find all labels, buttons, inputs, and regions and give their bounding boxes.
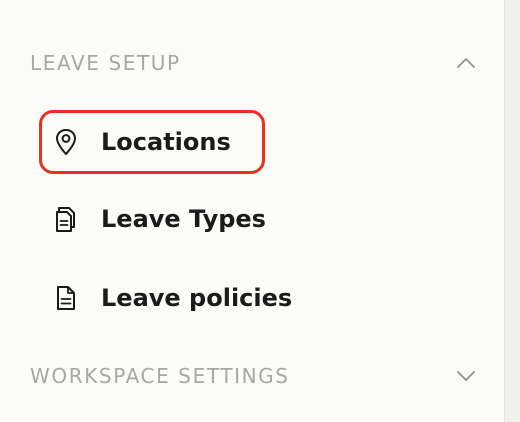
location-pin-icon: [52, 128, 80, 156]
section-header-leave-setup[interactable]: LEAVE SETUP: [30, 43, 476, 83]
chevron-down-icon[interactable]: [456, 366, 476, 386]
section-title: WORKSPACE SETTINGS: [30, 364, 290, 388]
nav-item-label: Leave Types: [101, 205, 266, 233]
nav-item-leave-policies[interactable]: Leave policies: [40, 266, 360, 330]
documents-icon: [52, 205, 80, 233]
nav-item-leave-types[interactable]: Leave Types: [40, 187, 340, 251]
section-title: LEAVE SETUP: [30, 51, 181, 75]
settings-sidebar: LEAVE SETUP Locations Leave Types Leave …: [0, 0, 504, 422]
sidebar-scrollbar[interactable]: [504, 0, 520, 422]
section-header-workspace-settings[interactable]: WORKSPACE SETTINGS: [30, 356, 476, 396]
nav-item-label: Leave policies: [101, 284, 293, 312]
chevron-up-icon[interactable]: [456, 53, 476, 73]
document-icon: [52, 284, 80, 312]
nav-item-label: Locations: [101, 128, 231, 156]
nav-item-locations[interactable]: Locations: [40, 110, 266, 174]
